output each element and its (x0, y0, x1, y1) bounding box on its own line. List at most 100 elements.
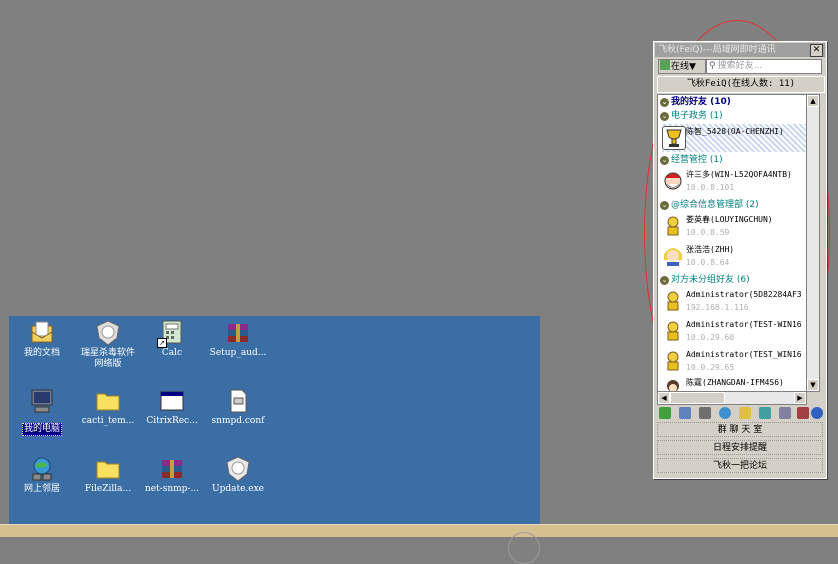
friend-name: 陈智_5428(OA-CHENZHI) (686, 127, 784, 136)
scroll-left-icon[interactable]: ◀ (658, 392, 670, 404)
friend-name: 张浩浩(ZHH) (686, 245, 735, 254)
search-input[interactable]: ⚲ 搜索好友... (706, 59, 822, 74)
find-icon[interactable] (719, 407, 731, 419)
taskbar[interactable] (0, 524, 838, 537)
desktop-icon-label: 我的文档 (23, 348, 60, 358)
collapse-icon: ⌄ (660, 112, 669, 121)
scroll-down-icon[interactable]: ▼ (807, 379, 819, 391)
friend-item[interactable]: 许三多(WIN-L52QOFA4NTB) 10.0.8.101 (662, 167, 806, 195)
friend-item[interactable]: 陈霆(ZHANGDAN-IFM4S6) (662, 375, 806, 391)
group-chat-button[interactable]: 群 聊 天 室 (657, 422, 823, 437)
friend-name: 许三多(WIN-L52QOFA4NTB) (686, 170, 792, 179)
friend-ip: 10.0.8.59 (686, 228, 730, 237)
desktop-icon-update-exe[interactable]: Update.exe (205, 456, 271, 495)
group-ediplomacy[interactable]: ⌄ 电子政务 (1) (660, 110, 723, 123)
close-button[interactable]: ✕ (810, 44, 823, 57)
avatar (662, 169, 684, 191)
group-info-dept[interactable]: ⌄ @综合信息管理部 (2) (660, 199, 759, 212)
taskbar-circle-icon (508, 532, 540, 564)
schedule-reminder-button[interactable]: 日程安排提醒 (657, 440, 823, 455)
avatar (662, 319, 684, 341)
folder-icon (95, 388, 121, 414)
friend-name: Administrator(TEST-WIN16 (686, 320, 802, 329)
vertical-scrollbar[interactable]: ▲ ▼ (806, 94, 820, 392)
desktop-icon-my-computer[interactable]: 我的电脑 (9, 388, 75, 436)
config-file-icon (225, 388, 251, 414)
rising-update-icon (225, 456, 251, 482)
desktop-area[interactable]: 我的文档 瑞星杀毒软件 网络版 ↗ Calc Setup_aud... 我的电脑… (9, 316, 540, 524)
desktop-icon-citrix-rec[interactable]: CitrixRec... (139, 388, 205, 427)
desktop-icon-rising-antivirus[interactable]: 瑞星杀毒软件 网络版 (75, 320, 141, 370)
horizontal-scrollbar[interactable]: ◀ ▶ (657, 391, 807, 405)
desktop-icon-label: 我的电脑 (21, 423, 62, 436)
share-icon[interactable] (759, 407, 771, 419)
avatar (662, 244, 684, 266)
my-computer-icon (29, 388, 55, 414)
computer-icon[interactable] (699, 407, 711, 419)
scroll-right-icon[interactable]: ▶ (794, 392, 806, 404)
avatar (662, 214, 684, 236)
avatar (662, 289, 684, 311)
refresh-icon[interactable] (659, 407, 671, 419)
desktop-icon-setup-aud[interactable]: Setup_aud... (205, 320, 271, 359)
desktop-icon-label: Calc (161, 348, 183, 358)
friend-item[interactable]: Administrator(TEST_WIN16 10.0.29.65 (662, 347, 806, 375)
desktop-icon-my-documents[interactable]: 我的文档 (9, 320, 75, 359)
feiq-toolbar (657, 405, 823, 421)
scroll-thumb[interactable] (670, 392, 725, 404)
desktop-icon-label: Update.exe (211, 484, 264, 494)
status-dropdown[interactable]: 在线▼ (658, 59, 706, 74)
settings-icon[interactable] (779, 407, 791, 419)
desktop-icon-net-snmp[interactable]: net-snmp-... (139, 456, 205, 495)
folder-icon[interactable] (739, 407, 751, 419)
desktop-icon-label: CitrixRec... (146, 416, 198, 426)
friend-ip: 10.0.29.60 (686, 333, 735, 342)
feiq-title-bar[interactable]: 飞秋(FeiQ)---局域网即时通讯 ✕ (655, 43, 825, 57)
winrar-icon (159, 456, 185, 482)
collapse-icon: ⌄ (660, 276, 669, 285)
desktop-icon-cacti-tem[interactable]: cacti_tem... (75, 388, 141, 427)
scroll-up-icon[interactable]: ▲ (807, 95, 819, 107)
friend-name: 陈霆(ZHANGDAN-IFM4S6) (686, 378, 784, 387)
avatar (662, 349, 684, 371)
feiq-window[interactable]: 飞秋(FeiQ)---局域网即时通讯 ✕ 在线▼ ⚲ 搜索好友... 飞秋FeiQ… (653, 41, 827, 479)
tools-icon[interactable] (797, 407, 809, 419)
info-icon[interactable] (811, 407, 823, 419)
online-count-banner: 飞秋FeiQ(在线人数: 11) (657, 76, 825, 93)
desktop-icon-label: 瑞星杀毒软件 网络版 (80, 348, 135, 369)
shortcut-arrow-icon: ↗ (157, 338, 167, 348)
group-ungrouped[interactable]: ⌄ 对方未分组好友 (6) (660, 274, 750, 287)
collapse-icon: ⌄ (660, 98, 669, 107)
desktop-icon-label: net-snmp-... (144, 484, 200, 494)
group-icon[interactable] (679, 407, 691, 419)
window-icon (159, 388, 185, 414)
desktop-icon-network-places[interactable]: 网上邻居 (9, 456, 75, 495)
avatar (662, 377, 684, 391)
friend-list[interactable]: ⌄ 我的好友 (10) ⌄ 电子政务 (1) 陈智_5428(OA-CHENZHI)… (657, 94, 807, 392)
desktop-icon-label: 网上邻居 (23, 484, 60, 494)
friend-item[interactable]: 张浩浩(ZHH) 10.0.8.64 (662, 242, 806, 270)
desktop-icon-label: Setup_aud... (209, 348, 267, 358)
desktop-icon-label: FileZilla... (84, 484, 132, 494)
desktop-icon-snmpd-conf[interactable]: snmpd.conf (205, 388, 271, 427)
friend-name: Administrator(TEST_WIN16 (686, 350, 802, 359)
search-placeholder: 搜索好友... (717, 61, 763, 71)
group-operations[interactable]: ⌄ 经营管控 (1) (660, 154, 723, 167)
group-my-friends[interactable]: ⌄ 我的好友 (10) (660, 96, 731, 109)
desktop-icon-label: snmpd.conf (211, 416, 265, 426)
friend-name: 娄英春(LOUYINGCHUN) (686, 215, 773, 224)
network-places-icon (29, 456, 55, 482)
status-avatar-icon (660, 60, 670, 70)
collapse-icon: ⌄ (660, 156, 669, 165)
friend-item[interactable]: Administrator(TEST-WIN16 10.0.29.60 (662, 317, 806, 345)
friend-ip: 192.168.1.116 (686, 303, 749, 312)
friend-item[interactable]: 陈智_5428(OA-CHENZHI) (662, 124, 806, 152)
status-label: 在线▼ (671, 62, 696, 72)
rising-antivirus-icon (95, 320, 121, 346)
desktop-icon-filezilla[interactable]: FileZilla... (75, 456, 141, 495)
friend-item[interactable]: Administrator(5D82284AF3 192.168.1.116 (662, 287, 806, 315)
avatar (662, 126, 686, 150)
friend-item[interactable]: 娄英春(LOUYINGCHUN) 10.0.8.59 (662, 212, 806, 240)
desktop-icon-calc[interactable]: ↗ Calc (139, 320, 205, 359)
forum-button[interactable]: 飞秋一把论坛 (657, 458, 823, 473)
